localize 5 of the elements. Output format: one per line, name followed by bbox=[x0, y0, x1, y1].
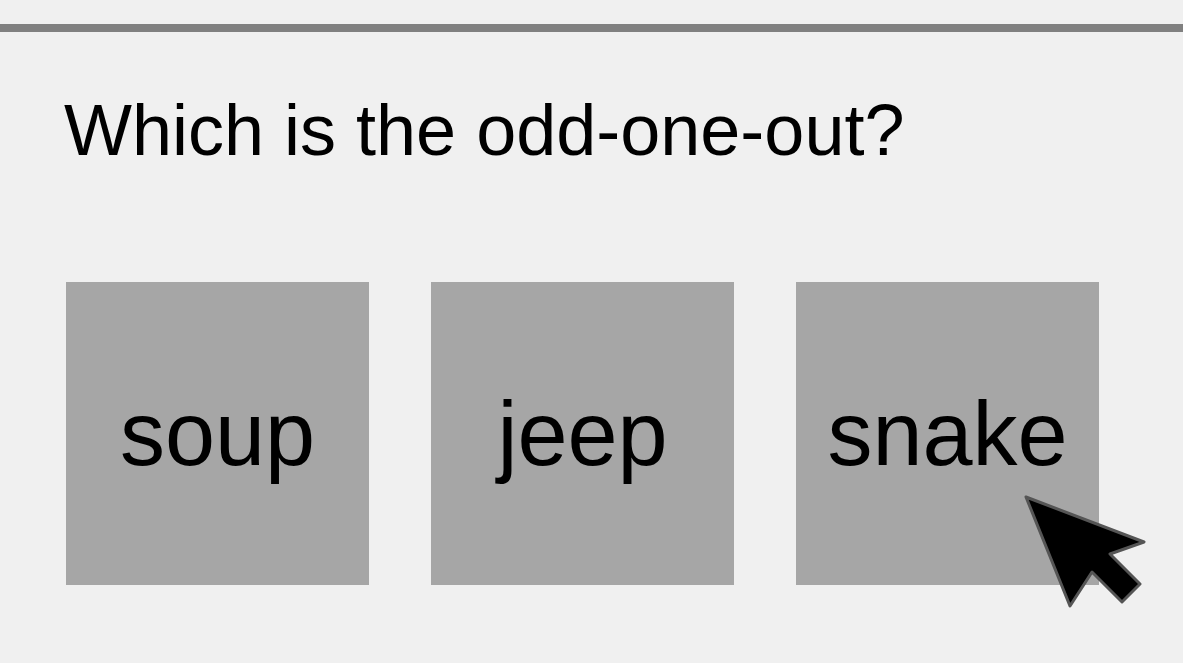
answer-button[interactable]: snake bbox=[796, 282, 1099, 585]
pointer-icon bbox=[1022, 494, 1148, 610]
answer-button[interactable]: soup bbox=[66, 282, 369, 585]
question-text: Which is the odd-one-out? bbox=[64, 89, 906, 172]
answer-button[interactable]: jeep bbox=[431, 282, 734, 585]
